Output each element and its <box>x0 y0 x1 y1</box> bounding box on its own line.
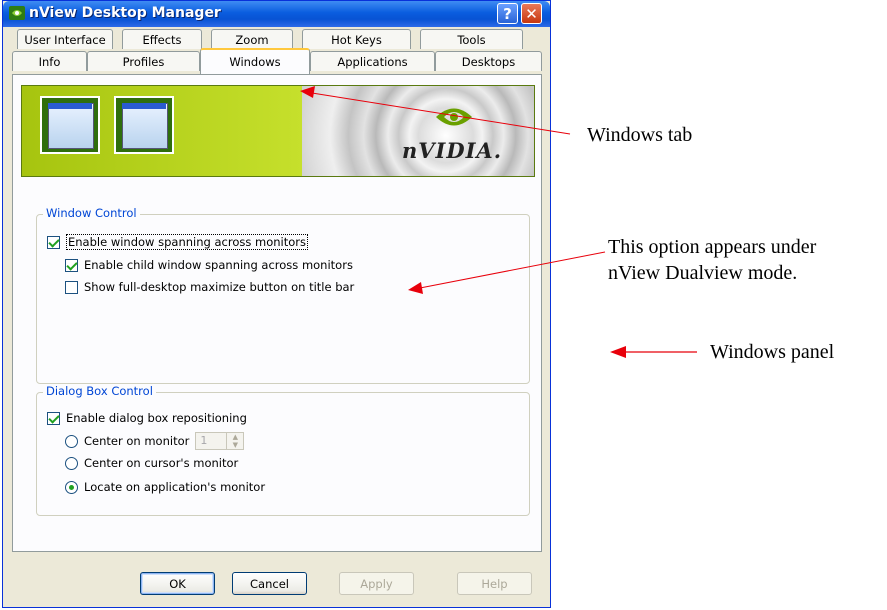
center-on-monitor-label: Center on monitor <box>84 434 190 448</box>
enable-dialog-repositioning-label: Enable dialog box repositioning <box>66 411 247 425</box>
show-maximize-button-label: Show full-desktop maximize button on tit… <box>84 280 355 294</box>
enable-window-spanning-label: Enable window spanning across monitors <box>66 234 308 250</box>
monitor-number-value: 1 <box>200 434 208 447</box>
window-title: nView Desktop Manager <box>29 5 221 21</box>
cancel-button[interactable]: Cancel <box>232 572 307 595</box>
locate-on-application-monitor-option[interactable]: Locate on application's monitor <box>65 480 265 494</box>
close-icon: ✕ <box>525 4 538 23</box>
tab-profiles[interactable]: Profiles <box>87 51 200 71</box>
annotation-windows-tab: Windows tab <box>587 124 693 146</box>
nvidia-eye-logo-icon <box>436 108 472 126</box>
show-maximize-button-option[interactable]: Show full-desktop maximize button on tit… <box>65 280 354 294</box>
enable-window-spanning-checkbox[interactable] <box>47 235 60 249</box>
annotation-option-line2: nView Dualview mode. <box>608 262 798 284</box>
tab-hot-keys[interactable]: Hot Keys <box>302 29 411 49</box>
spin-down-icon[interactable]: ▼ <box>227 441 243 449</box>
nvidia-brand-text: nVIDIA. <box>402 138 503 163</box>
center-on-cursor-monitor-option[interactable]: Center on cursor's monitor <box>65 456 238 470</box>
help-title-button[interactable]: ? <box>497 3 518 24</box>
ok-button[interactable]: OK <box>140 572 215 595</box>
enable-child-window-spanning-checkbox[interactable] <box>65 258 78 272</box>
center-on-cursor-monitor-radio[interactable] <box>65 456 78 470</box>
windows-panel: nVIDIA. Window Control Enable window spa… <box>12 74 542 552</box>
nvidia-app-icon <box>9 6 25 20</box>
annotation-option-line1: This option appears under <box>608 236 817 258</box>
monitor-number-stepper[interactable]: 1 ▲ ▼ <box>195 432 245 450</box>
tab-zoom[interactable]: Zoom <box>211 29 293 49</box>
enable-window-spanning-option[interactable]: Enable window spanning across monitors <box>47 234 308 250</box>
nview-desktop-manager-window: nView Desktop Manager ? ✕ User Interface… <box>2 0 551 608</box>
monitor-thumbnail-left <box>40 96 100 154</box>
tab-applications[interactable]: Applications <box>310 51 435 71</box>
window-control-label: Window Control <box>43 206 140 220</box>
center-on-cursor-monitor-label: Center on cursor's monitor <box>84 456 239 470</box>
help-button[interactable]: Help <box>457 572 532 595</box>
tab-desktops[interactable]: Desktops <box>435 51 542 71</box>
show-maximize-button-checkbox[interactable] <box>65 280 78 294</box>
tab-effects[interactable]: Effects <box>122 29 202 49</box>
tab-tools[interactable]: Tools <box>420 29 523 49</box>
close-button[interactable]: ✕ <box>521 3 542 24</box>
enable-dialog-repositioning-checkbox[interactable] <box>47 411 60 425</box>
center-on-monitor-radio[interactable] <box>65 434 78 448</box>
nvidia-banner: nVIDIA. <box>21 85 535 177</box>
question-icon: ? <box>503 4 512 23</box>
enable-dialog-repositioning-option[interactable]: Enable dialog box repositioning <box>47 411 247 425</box>
spin-up-icon[interactable]: ▲ <box>227 433 243 441</box>
dialog-box-control-label: Dialog Box Control <box>43 384 156 398</box>
title-bar[interactable]: nView Desktop Manager ? ✕ <box>3 1 550 27</box>
monitor-thumbnail-right <box>114 96 174 154</box>
tab-info[interactable]: Info <box>12 51 87 71</box>
annotation-windows-panel: Windows panel <box>710 341 835 363</box>
enable-child-window-spanning-label: Enable child window spanning across moni… <box>84 258 353 272</box>
tab-user-interface[interactable]: User Interface <box>17 29 113 49</box>
locate-on-application-monitor-radio[interactable] <box>65 480 78 494</box>
tab-windows[interactable]: Windows <box>200 48 310 74</box>
center-on-monitor-option[interactable]: Center on monitor 1 ▲ ▼ <box>65 432 245 450</box>
apply-button[interactable]: Apply <box>339 572 414 595</box>
enable-child-window-spanning-option[interactable]: Enable child window spanning across moni… <box>65 258 353 272</box>
locate-on-application-monitor-label: Locate on application's monitor <box>84 480 266 494</box>
panel-arrowhead <box>610 346 626 358</box>
